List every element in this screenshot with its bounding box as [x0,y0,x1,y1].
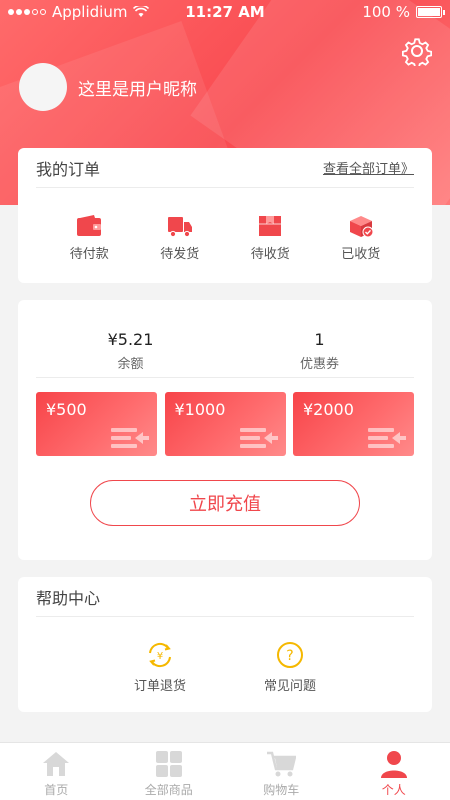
order-status-received[interactable]: 已收货 [326,214,396,262]
order-status-label: 待收货 [250,247,290,262]
recharge-amount: ¥2000 [303,400,354,419]
recharge-list-icon [368,428,406,448]
orders-card-header: 我的订单 查看全部订单》 [36,148,414,188]
order-status-pending-payment[interactable]: 待付款 [54,214,124,262]
view-all-orders-link[interactable]: 查看全部订单》 [323,158,414,177]
order-status-pending-shipment[interactable]: 待发货 [145,214,215,262]
tab-cart[interactable]: 购物车 [225,743,338,800]
recharge-now-button[interactable]: 立即充值 [90,480,360,526]
wallet-summary: ¥5.21 余额 1 优惠券 [36,330,414,378]
grid-icon [155,751,182,777]
user-icon [380,751,407,778]
help-item-order-return[interactable]: ¥ 订单退货 [125,641,195,694]
coupon-count: 1 [314,330,325,349]
help-items: ¥ 订单退货 ? 常见问题 [18,641,432,694]
coupon-summary[interactable]: 1 优惠券 [225,330,414,377]
order-status-label: 待发货 [160,247,200,262]
tab-profile[interactable]: 个人 [338,743,450,800]
recharge-list-icon [239,428,278,448]
recharge-amount: ¥1000 [174,400,226,419]
gear-icon[interactable] [402,36,432,66]
tab-label: 购物车 [263,783,300,797]
question-icon: ? [277,642,303,668]
help-item-label: 常见问题 [263,679,316,694]
tab-all-products[interactable]: 全部商品 [113,743,226,800]
refund-icon: ¥ [149,642,171,668]
orders-title: 我的订单 [36,159,101,179]
balance-summary[interactable]: ¥5.21 余额 [36,330,225,377]
status-right: 100 % [362,3,445,21]
balance-value: ¥5.21 [107,330,154,349]
box-icon [259,216,282,236]
battery-icon [416,6,445,18]
status-bar: Applidium 11:27 AM 100 % [0,0,450,24]
svg-text:?: ? [286,648,293,664]
help-center-card: 帮助中心 ¥ 订单退货 ? 常见问题 [18,577,432,712]
recharge-options: ¥500 ¥1000 ¥2000 [36,392,414,456]
avatar[interactable] [19,63,67,111]
orders-card: 我的订单 查看全部订单》 待付款 待发货 待收货 已收货 [18,148,432,283]
recharge-option-500[interactable]: ¥500 [36,392,157,456]
order-status-list: 待付款 待发货 待收货 已收货 [18,214,432,262]
home-icon [43,752,70,776]
coupon-label: 优惠券 [299,357,339,372]
help-item-faq[interactable]: ? 常见问题 [255,641,325,694]
help-center-title: 帮助中心 [36,588,101,608]
balance-label: 余额 [117,357,144,372]
user-nickname[interactable]: 这里是用户昵称 [78,75,197,100]
wallet-icon [77,215,102,236]
help-item-label: 订单退货 [133,679,186,694]
wallet-card: ¥5.21 余额 1 优惠券 ¥500 ¥1000 ¥2000 立即充值 [18,300,432,560]
svg-text:¥: ¥ [157,651,163,662]
truck-icon [167,217,192,238]
tab-home[interactable]: 首页 [0,743,113,800]
help-card-header: 帮助中心 [36,577,414,617]
recharge-option-1000[interactable]: ¥1000 [164,392,286,456]
recharge-list-icon [111,428,149,448]
order-status-label: 待付款 [69,247,109,262]
cart-icon [267,751,297,777]
bottom-tab-bar: 首页 全部商品 购物车 个人 [0,742,450,800]
order-status-label: 已收货 [341,247,381,262]
tab-label: 首页 [44,783,69,797]
battery-percent: 100 % [362,3,410,21]
recharge-option-2000[interactable]: ¥2000 [293,392,414,456]
tab-label: 全部商品 [144,783,193,797]
package-check-icon [349,216,374,238]
tab-label: 个人 [381,783,406,797]
recharge-amount: ¥500 [46,400,87,419]
order-status-pending-receipt[interactable]: 待收货 [235,214,305,262]
